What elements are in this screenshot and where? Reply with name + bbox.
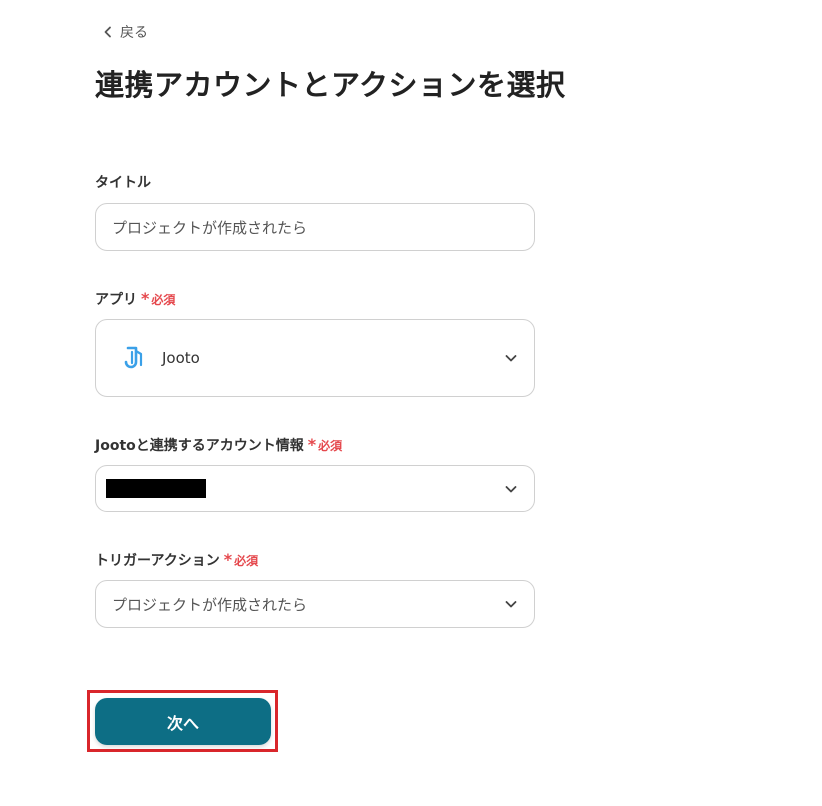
- required-badge: * 必須: [308, 437, 342, 454]
- required-text: 必須: [234, 553, 259, 568]
- required-text: 必須: [318, 438, 343, 453]
- back-link-label: 戻る: [120, 25, 148, 41]
- title-field-label: タイトル: [95, 172, 151, 192]
- chevron-down-icon: [505, 485, 517, 492]
- trigger-field-label: トリガーアクション * 必須: [95, 550, 258, 570]
- app-field-label: アプリ * 必須: [95, 289, 175, 309]
- asterisk-icon: *: [141, 289, 150, 308]
- account-select[interactable]: [95, 465, 535, 512]
- required-badge: * 必須: [224, 552, 258, 569]
- app-label-text: アプリ: [95, 292, 137, 308]
- page-title: 連携アカウントとアクションを選択: [95, 68, 566, 102]
- account-field-label: Jootoと連携するアカウント情報 * 必須: [95, 435, 342, 455]
- back-link[interactable]: 戻る: [102, 22, 148, 42]
- account-label-text: Jootoと連携するアカウント情報: [95, 438, 304, 454]
- title-input[interactable]: プロジェクトが作成されたら: [95, 203, 535, 251]
- asterisk-icon: *: [223, 550, 233, 569]
- app-select-value: Jooto: [162, 349, 200, 367]
- required-text: 必須: [151, 292, 176, 307]
- next-button-label: 次へ: [166, 713, 199, 733]
- trigger-label-text: トリガーアクション: [95, 553, 220, 569]
- chevron-down-icon: [505, 601, 517, 608]
- title-label-text: タイトル: [95, 175, 151, 191]
- trigger-select-value: プロジェクトが作成されたら: [112, 595, 308, 614]
- trigger-select[interactable]: プロジェクトが作成されたら: [95, 580, 535, 628]
- asterisk-icon: *: [307, 435, 317, 454]
- chevron-down-icon: [505, 355, 517, 362]
- app-select[interactable]: Jooto: [95, 319, 535, 397]
- chevron-left-icon: [104, 26, 111, 38]
- page: 戻る 連携アカウントとアクションを選択 タイトル プロジェクトが作成されたら ア…: [0, 0, 822, 806]
- required-badge: * 必須: [141, 291, 175, 308]
- title-input-value: プロジェクトが作成されたら: [112, 218, 308, 237]
- redacted-account-value: [106, 479, 206, 498]
- next-button[interactable]: 次へ: [95, 698, 271, 745]
- jooto-logo-icon: [124, 346, 143, 369]
